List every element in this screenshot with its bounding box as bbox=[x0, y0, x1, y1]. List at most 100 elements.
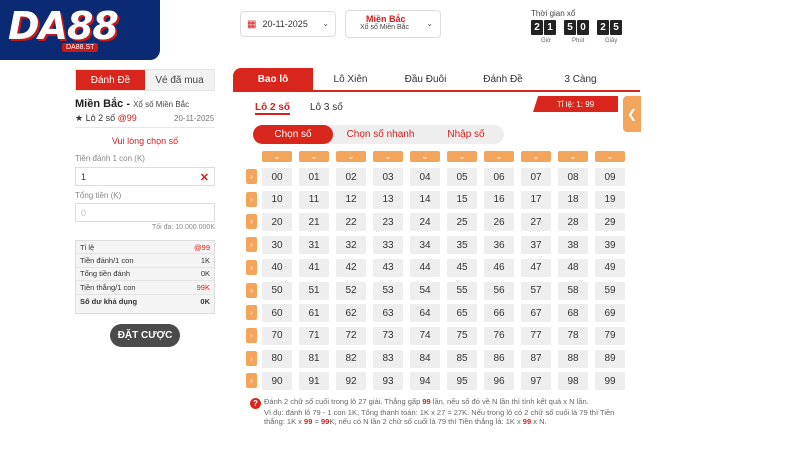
number-cell[interactable]: 91 bbox=[299, 372, 329, 391]
number-cell[interactable]: 96 bbox=[484, 372, 514, 391]
number-cell[interactable]: 57 bbox=[521, 281, 551, 300]
chevron-down-icon[interactable]: ⌄ bbox=[558, 151, 588, 162]
number-cell[interactable]: 25 bbox=[447, 213, 477, 232]
number-cell[interactable]: 07 bbox=[521, 168, 551, 186]
number-cell[interactable]: 16 bbox=[484, 190, 514, 209]
tab-dau-duoi[interactable]: Đầu Đuôi bbox=[388, 68, 463, 90]
chevron-right-icon[interactable]: › bbox=[246, 191, 257, 207]
chevron-down-icon[interactable]: ⌄ bbox=[373, 151, 403, 162]
chevron-down-icon[interactable]: ⌄ bbox=[484, 151, 514, 162]
number-cell[interactable]: 72 bbox=[336, 326, 366, 345]
number-cell[interactable]: 85 bbox=[447, 349, 477, 368]
number-cell[interactable]: 04 bbox=[410, 168, 440, 186]
number-cell[interactable]: 40 bbox=[262, 258, 292, 277]
number-cell[interactable]: 62 bbox=[336, 304, 366, 323]
chevron-down-icon[interactable]: ⌄ bbox=[262, 151, 292, 162]
number-cell[interactable]: 11 bbox=[299, 190, 329, 209]
chevron-right-icon[interactable]: › bbox=[246, 214, 257, 230]
chevron-left-icon[interactable]: ❮ bbox=[623, 96, 641, 132]
close-icon[interactable]: ✕ bbox=[200, 171, 209, 184]
number-cell[interactable]: 76 bbox=[484, 326, 514, 345]
number-cell[interactable]: 17 bbox=[521, 190, 551, 209]
brand-logo[interactable]: DA88 DA88.ST bbox=[0, 0, 160, 60]
number-cell[interactable]: 94 bbox=[410, 372, 440, 391]
number-cell[interactable]: 37 bbox=[521, 236, 551, 255]
region-select[interactable]: Miền Bắc Xổ số Miền Bắc ⌄ bbox=[345, 10, 441, 38]
number-cell[interactable]: 71 bbox=[299, 326, 329, 345]
chevron-down-icon[interactable]: ⌄ bbox=[410, 151, 440, 162]
number-cell[interactable]: 61 bbox=[299, 304, 329, 323]
date-select[interactable]: ▦ 20-11-2025 ⌄ bbox=[240, 11, 336, 37]
number-cell[interactable]: 47 bbox=[521, 258, 551, 277]
chevron-right-icon[interactable]: › bbox=[246, 327, 257, 343]
number-cell[interactable]: 51 bbox=[299, 281, 329, 300]
chevron-down-icon[interactable]: ⌄ bbox=[595, 151, 625, 162]
number-cell[interactable]: 97 bbox=[521, 372, 551, 391]
tab-3-cang[interactable]: 3 Càng bbox=[543, 68, 618, 90]
chevron-down-icon[interactable]: ⌄ bbox=[447, 151, 477, 162]
number-cell[interactable]: 48 bbox=[558, 258, 588, 277]
number-cell[interactable]: 77 bbox=[521, 326, 551, 345]
chevron-right-icon[interactable]: › bbox=[246, 237, 257, 253]
number-cell[interactable]: 75 bbox=[447, 326, 477, 345]
number-cell[interactable]: 18 bbox=[558, 190, 588, 209]
number-cell[interactable]: 33 bbox=[373, 236, 403, 255]
number-cell[interactable]: 20 bbox=[262, 213, 292, 232]
number-cell[interactable]: 14 bbox=[410, 190, 440, 209]
number-cell[interactable]: 24 bbox=[410, 213, 440, 232]
number-cell[interactable]: 22 bbox=[336, 213, 366, 232]
number-cell[interactable]: 49 bbox=[595, 258, 625, 277]
number-cell[interactable]: 05 bbox=[447, 168, 477, 186]
number-cell[interactable]: 66 bbox=[484, 304, 514, 323]
number-cell[interactable]: 10 bbox=[262, 190, 292, 209]
chevron-right-icon[interactable]: › bbox=[246, 373, 257, 389]
tab-danh-de-main[interactable]: Đánh Đề bbox=[463, 68, 543, 90]
number-cell[interactable]: 56 bbox=[484, 281, 514, 300]
number-cell[interactable]: 53 bbox=[373, 281, 403, 300]
number-cell[interactable]: 01 bbox=[299, 168, 329, 186]
number-cell[interactable]: 73 bbox=[373, 326, 403, 345]
number-cell[interactable]: 69 bbox=[595, 304, 625, 323]
number-cell[interactable]: 30 bbox=[262, 236, 292, 255]
number-cell[interactable]: 81 bbox=[299, 349, 329, 368]
mode-nhap-so[interactable]: Nhập số bbox=[428, 125, 504, 144]
chevron-right-icon[interactable]: › bbox=[246, 350, 257, 366]
number-cell[interactable]: 41 bbox=[299, 258, 329, 277]
number-cell[interactable]: 32 bbox=[336, 236, 366, 255]
number-cell[interactable]: 00 bbox=[262, 168, 292, 186]
number-cell[interactable]: 50 bbox=[262, 281, 292, 300]
tab-lo-xien[interactable]: Lô Xiên bbox=[313, 68, 388, 90]
number-cell[interactable]: 78 bbox=[558, 326, 588, 345]
number-cell[interactable]: 60 bbox=[262, 304, 292, 323]
mode-chon-so-nhanh[interactable]: Chọn số nhanh bbox=[333, 125, 428, 144]
number-cell[interactable]: 23 bbox=[373, 213, 403, 232]
number-cell[interactable]: 46 bbox=[484, 258, 514, 277]
number-cell[interactable]: 35 bbox=[447, 236, 477, 255]
number-cell[interactable]: 87 bbox=[521, 349, 551, 368]
number-cell[interactable]: 92 bbox=[336, 372, 366, 391]
chevron-down-icon[interactable]: ⌄ bbox=[521, 151, 551, 162]
number-cell[interactable]: 09 bbox=[595, 168, 625, 186]
number-cell[interactable]: 89 bbox=[595, 349, 625, 368]
number-cell[interactable]: 42 bbox=[336, 258, 366, 277]
tab-ve-da-mua[interactable]: Vé đã mua bbox=[145, 70, 214, 90]
number-cell[interactable]: 39 bbox=[595, 236, 625, 255]
number-cell[interactable]: 88 bbox=[558, 349, 588, 368]
subtab-lo-3-so[interactable]: Lô 3 số bbox=[310, 102, 343, 113]
number-cell[interactable]: 90 bbox=[262, 372, 292, 391]
number-cell[interactable]: 80 bbox=[262, 349, 292, 368]
chevron-down-icon[interactable]: ⌄ bbox=[336, 151, 366, 162]
tab-bao-lo[interactable]: Bao lô bbox=[233, 68, 313, 90]
number-cell[interactable]: 27 bbox=[521, 213, 551, 232]
number-cell[interactable]: 67 bbox=[521, 304, 551, 323]
chevron-down-icon[interactable]: ⌄ bbox=[299, 151, 329, 162]
subtab-lo-2-so[interactable]: Lô 2 số bbox=[255, 102, 291, 115]
number-cell[interactable]: 79 bbox=[595, 326, 625, 345]
number-cell[interactable]: 38 bbox=[558, 236, 588, 255]
number-cell[interactable]: 21 bbox=[299, 213, 329, 232]
number-cell[interactable]: 99 bbox=[595, 372, 625, 391]
chevron-right-icon[interactable]: › bbox=[246, 305, 257, 321]
number-cell[interactable]: 86 bbox=[484, 349, 514, 368]
number-cell[interactable]: 70 bbox=[262, 326, 292, 345]
number-cell[interactable]: 98 bbox=[558, 372, 588, 391]
